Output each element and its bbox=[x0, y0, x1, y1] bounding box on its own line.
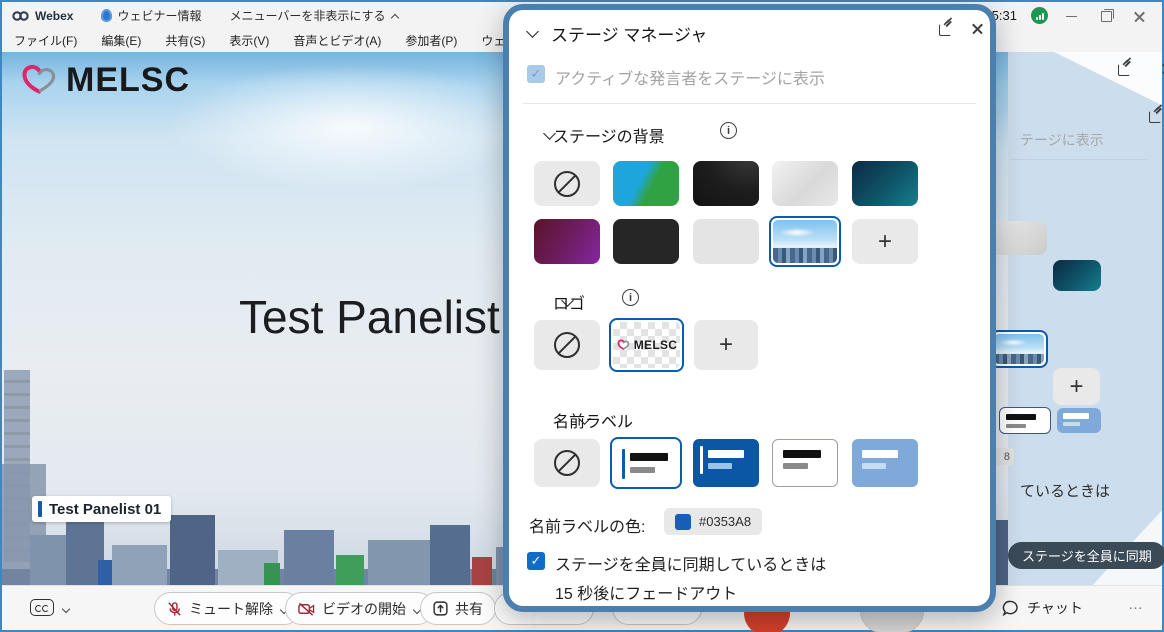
popout-icon[interactable] bbox=[1149, 109, 1163, 123]
webinar-info-icon bbox=[101, 9, 112, 22]
clipped-sync-label: ているときは bbox=[1020, 480, 1110, 501]
share-screen-icon bbox=[433, 601, 448, 616]
name-label-style2-option[interactable] bbox=[693, 439, 759, 487]
sync-checkbox-line2: 15 秒後にフェードアウト bbox=[555, 580, 737, 604]
close-window-button[interactable] bbox=[1130, 8, 1150, 24]
menu-participants[interactable]: 参加者(P) bbox=[405, 32, 457, 49]
popout-icon[interactable] bbox=[939, 22, 953, 36]
start-video-button[interactable]: ビデオの開始 bbox=[285, 592, 434, 625]
melsc-heart-icon bbox=[18, 60, 60, 100]
menu-file[interactable]: ファイル(F) bbox=[14, 32, 77, 49]
camera-off-icon bbox=[298, 602, 315, 616]
plus-icon: + bbox=[1069, 375, 1083, 399]
speaker-name-display: Test Panelist bbox=[239, 290, 500, 344]
background-none-option[interactable] bbox=[534, 161, 600, 206]
active-speaker-label: アクティブな発言者をステージに表示 bbox=[555, 65, 825, 89]
background-light-option[interactable] bbox=[693, 219, 759, 264]
sync-stage-button[interactable]: ステージを全員に同期 bbox=[1008, 542, 1164, 569]
chevron-down-icon bbox=[62, 604, 70, 612]
panel-background-thumb-silver[interactable] bbox=[990, 221, 1047, 255]
info-icon[interactable]: i bbox=[622, 289, 639, 306]
background-silver-option[interactable] bbox=[772, 161, 838, 206]
background-blackwave-option[interactable] bbox=[693, 161, 759, 206]
divider bbox=[523, 103, 976, 104]
melsc-heart-icon bbox=[616, 338, 631, 352]
stage-manager-dialog: ステージ マネージャ ✓ アクティブな発言者をステージに表示 ステージの背景 i… bbox=[503, 4, 996, 612]
titlebar-right: 05:31 bbox=[984, 7, 1162, 24]
collapse-dialog-icon[interactable] bbox=[526, 26, 539, 39]
name-label-accent-bar bbox=[38, 501, 42, 517]
stage-brand-logo: MELSC bbox=[18, 60, 190, 100]
color-swatch bbox=[675, 514, 691, 530]
name-label-section-title: 名前ラベル bbox=[553, 408, 633, 432]
webex-window: Webex ウェビナー情報 メニューバーを非表示にする 05:31 ファイル(F… bbox=[0, 0, 1164, 632]
add-background-button[interactable]: + bbox=[852, 219, 918, 264]
sync-checkbox-line1: ステージを全員に同期しているときは bbox=[555, 551, 826, 575]
none-icon bbox=[554, 332, 580, 358]
mic-muted-icon bbox=[167, 601, 182, 617]
add-logo-button[interactable]: + bbox=[694, 320, 758, 370]
share-button[interactable]: 共有 bbox=[420, 592, 496, 625]
chat-button[interactable]: チャット bbox=[1002, 598, 1083, 618]
panel-add-background-button[interactable]: + bbox=[1053, 368, 1100, 405]
chevron-up-icon bbox=[391, 12, 399, 20]
active-speaker-checkbox[interactable]: ✓ bbox=[527, 65, 545, 83]
maximize-button[interactable] bbox=[1096, 8, 1116, 24]
sync-fadeout-checkbox[interactable]: ✓ bbox=[527, 552, 545, 570]
close-dialog-icon[interactable] bbox=[971, 22, 985, 36]
unmute-button[interactable]: ミュート解除 bbox=[154, 592, 301, 625]
app-title: Webex bbox=[35, 9, 73, 23]
divider bbox=[1010, 159, 1148, 160]
melsc-logo-preview: MELSC bbox=[616, 338, 678, 352]
hide-menubar-button[interactable]: メニューバーを非表示にする bbox=[229, 7, 398, 24]
name-label-color-picker[interactable]: #0353A8 bbox=[664, 508, 762, 535]
color-hex-value: #0353A8 bbox=[699, 514, 751, 529]
docked-stage-manager-panel: テージに表示 + 8 ているときは ステージを全員に同期 bbox=[1008, 52, 1162, 585]
menu-audio-video[interactable]: 音声とビデオ(A) bbox=[293, 32, 381, 49]
clipped-checkbox-label: テージに表示 bbox=[1020, 130, 1104, 150]
background-city-option-selected[interactable] bbox=[769, 216, 841, 267]
plus-icon: + bbox=[878, 230, 892, 254]
chat-bubble-icon bbox=[1002, 600, 1019, 616]
participant-name-label: Test Panelist 01 bbox=[32, 496, 171, 522]
name-label-style1-option-selected[interactable] bbox=[610, 437, 682, 489]
background-dark-option[interactable] bbox=[613, 219, 679, 264]
plus-icon: + bbox=[719, 333, 733, 357]
logo-melsc-option-selected[interactable]: MELSC bbox=[609, 318, 684, 372]
logo-none-option[interactable] bbox=[534, 320, 600, 370]
connection-quality-icon[interactable] bbox=[1031, 7, 1048, 24]
background-greenblue-option[interactable] bbox=[613, 161, 679, 206]
captions-button[interactable] bbox=[30, 599, 70, 616]
info-icon[interactable]: i bbox=[720, 122, 737, 139]
menu-view[interactable]: 表示(V) bbox=[229, 32, 269, 49]
panel-name-label-style-translucent[interactable] bbox=[1057, 408, 1101, 433]
dialog-title: ステージ マネージャ bbox=[551, 21, 707, 46]
background-purple-option[interactable] bbox=[534, 219, 600, 264]
none-icon bbox=[554, 171, 580, 197]
none-icon bbox=[554, 450, 580, 476]
panel-background-thumb-teal[interactable] bbox=[1053, 260, 1101, 291]
name-label-color-label: 名前ラベルの色: bbox=[529, 513, 645, 537]
name-label-style4-option[interactable] bbox=[852, 439, 918, 487]
titlebar-left: Webex ウェビナー情報 メニューバーを非表示にする bbox=[2, 7, 399, 24]
background-section-title: ステージの背景 bbox=[553, 123, 665, 147]
webex-logo-icon bbox=[12, 10, 29, 22]
logo-section-title: ロゴ bbox=[553, 290, 585, 314]
minimize-button[interactable] bbox=[1062, 8, 1082, 24]
more-options-button[interactable]: … bbox=[1128, 596, 1144, 613]
menu-share[interactable]: 共有(S) bbox=[165, 32, 205, 49]
captions-icon bbox=[30, 599, 54, 616]
stage-brand-text: MELSC bbox=[66, 61, 190, 100]
webinar-info-button[interactable]: ウェビナー情報 bbox=[101, 7, 201, 24]
popout-icon[interactable] bbox=[1118, 62, 1132, 76]
panel-name-label-style-outline[interactable] bbox=[999, 407, 1051, 434]
name-label-none-option[interactable] bbox=[534, 439, 600, 487]
background-teal-option[interactable] bbox=[852, 161, 918, 206]
panel-background-thumb-city-selected[interactable] bbox=[990, 330, 1048, 368]
name-label-style3-option[interactable] bbox=[772, 439, 838, 487]
menu-edit[interactable]: 編集(E) bbox=[101, 32, 141, 49]
